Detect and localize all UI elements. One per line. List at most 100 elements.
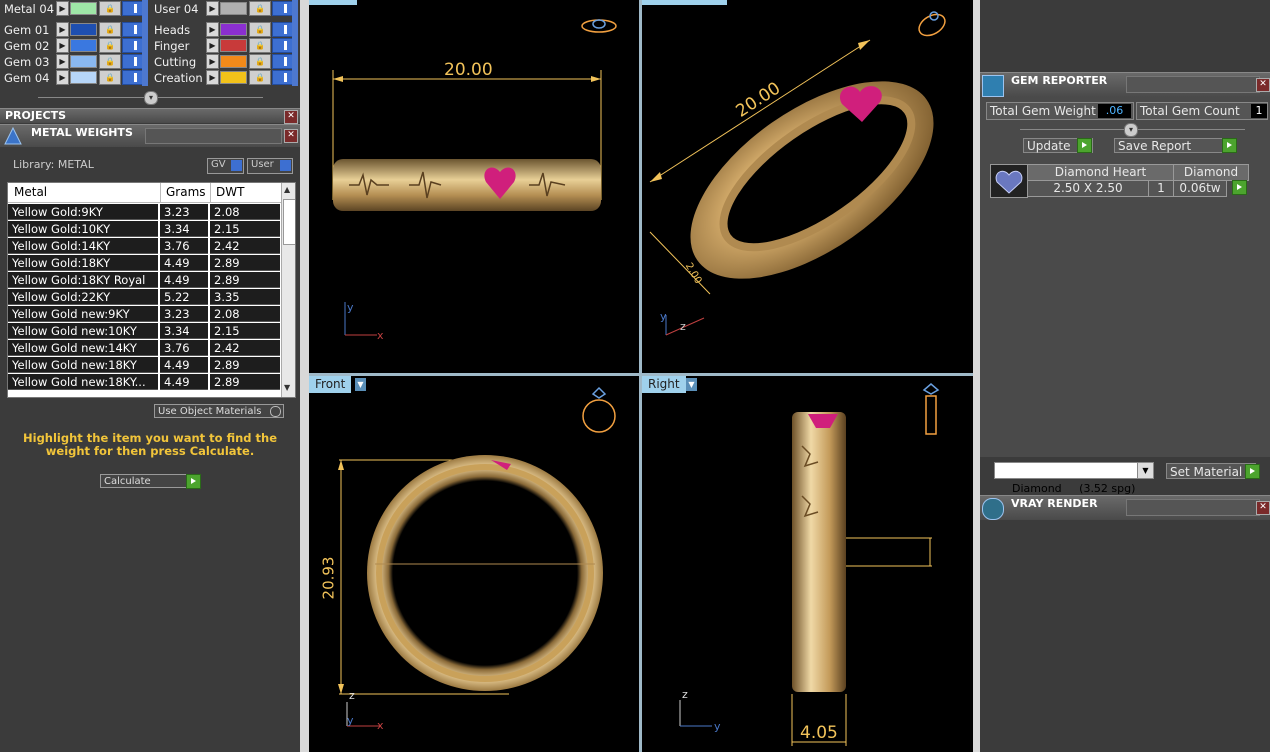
layer-row-gem-01[interactable]: Gem 01 ▶ 🔒 bbox=[0, 22, 148, 37]
table-row[interactable]: Yellow Gold new:14KY 3.76 2.42 bbox=[8, 340, 280, 357]
save-report-button[interactable]: Save Report bbox=[1114, 138, 1236, 153]
lock-icon[interactable]: 🔒 bbox=[249, 22, 271, 37]
play-icon[interactable]: ▶ bbox=[56, 54, 69, 69]
table-row[interactable]: Yellow Gold new:18KY... 4.49 2.89 bbox=[8, 374, 280, 391]
layer-color-swatch[interactable] bbox=[220, 39, 247, 52]
play-icon[interactable]: ▶ bbox=[56, 70, 69, 85]
column-header-grams[interactable]: Grams bbox=[160, 183, 214, 203]
viewport-label-right[interactable]: Right bbox=[642, 376, 686, 393]
play-icon[interactable]: ▶ bbox=[56, 22, 69, 37]
collapse-icon[interactable]: ▾ bbox=[144, 91, 158, 105]
play-icon[interactable]: ▶ bbox=[206, 38, 219, 53]
layer-row-metal-04[interactable]: Metal 04 ▶ 🔒 bbox=[0, 1, 148, 16]
calculate-go-icon[interactable] bbox=[186, 474, 201, 489]
play-icon[interactable]: ▶ bbox=[56, 1, 69, 16]
table-row[interactable]: Yellow Gold new:9KY 3.23 2.08 bbox=[8, 306, 280, 323]
table-row[interactable]: Yellow Gold:18KY 4.49 2.89 bbox=[8, 255, 280, 272]
update-go-icon[interactable] bbox=[1077, 138, 1092, 153]
table-row[interactable]: Yellow Gold:14KY 3.76 2.42 bbox=[8, 238, 280, 255]
gem-table[interactable]: Diamond Heart Diamond 2.50 X 2.50 1 0.06… bbox=[1027, 164, 1249, 197]
table-row[interactable]: Yellow Gold:10KY 3.34 2.15 bbox=[8, 221, 280, 238]
layer-row-heads[interactable]: Heads ▶ 🔒 bbox=[150, 22, 298, 37]
layer-row-creation[interactable]: Creation ▶ 🔒 bbox=[150, 70, 298, 85]
lock-icon[interactable]: 🔒 bbox=[99, 22, 121, 37]
viewport-front[interactable]: Front ▼ z y x 20.93 bbox=[309, 376, 639, 752]
lock-icon[interactable]: 🔒 bbox=[249, 54, 271, 69]
chevron-down-icon[interactable]: ▼ bbox=[686, 378, 697, 391]
layer-row-gem-03[interactable]: Gem 03 ▶ 🔒 bbox=[0, 54, 148, 69]
panel-splitter[interactable] bbox=[973, 0, 980, 752]
chevron-down-icon[interactable]: ▼ bbox=[355, 378, 366, 391]
panel-drag-bar[interactable] bbox=[1126, 76, 1260, 93]
metal-weights-panel-header[interactable]: METAL WEIGHTS ✕ bbox=[0, 124, 300, 147]
layer-row-cutting[interactable]: Cutting ▶ 🔒 bbox=[150, 54, 298, 69]
lock-icon[interactable]: 🔒 bbox=[249, 38, 271, 53]
panel-splitter[interactable] bbox=[300, 0, 309, 752]
layer-color-swatch[interactable] bbox=[70, 39, 97, 52]
play-icon[interactable]: ▶ bbox=[206, 70, 219, 85]
projects-panel-header[interactable]: PROJECTS ✕ bbox=[0, 108, 300, 124]
viewport-top[interactable]: y x 20.00 bbox=[309, 0, 639, 373]
user-toggle[interactable]: User bbox=[247, 158, 293, 174]
viewport-label-front[interactable]: Front bbox=[309, 376, 352, 393]
lock-icon[interactable]: 🔒 bbox=[99, 1, 121, 16]
table-row[interactable]: Yellow Gold:9KY 3.23 2.08 bbox=[8, 204, 280, 221]
collapse-icon[interactable]: ▾ bbox=[1124, 123, 1138, 137]
layer-color-swatch[interactable] bbox=[220, 2, 247, 15]
close-icon[interactable]: ✕ bbox=[284, 110, 298, 124]
gem-row-go-icon[interactable] bbox=[1232, 180, 1247, 195]
set-material-go-icon[interactable] bbox=[1245, 464, 1260, 479]
layer-color-swatch[interactable] bbox=[220, 55, 247, 68]
layer-row-user-04[interactable]: User 04 ▶ 🔒 bbox=[150, 1, 298, 16]
play-icon[interactable]: ▶ bbox=[56, 38, 69, 53]
scrollbar-thumb[interactable] bbox=[283, 199, 295, 245]
panel-drag-bar[interactable] bbox=[145, 128, 282, 144]
table-row[interactable]: Yellow Gold new:10KY 3.34 2.15 bbox=[8, 323, 280, 340]
gem-thumbnail[interactable] bbox=[990, 164, 1028, 198]
metal-weights-table[interactable]: Metal Grams DWT Yellow Gold:9KY 3.23 2.08 Y… bbox=[7, 182, 296, 398]
viewport-splitter-vertical[interactable] bbox=[639, 0, 642, 752]
close-icon[interactable]: ✕ bbox=[1256, 78, 1270, 92]
layer-color-swatch[interactable] bbox=[220, 23, 247, 36]
use-object-materials-toggle[interactable]: Use Object Materials bbox=[154, 404, 284, 418]
save-report-go-icon[interactable] bbox=[1222, 138, 1237, 153]
panel-drag-bar[interactable] bbox=[1126, 499, 1260, 516]
calculate-button[interactable]: Calculate bbox=[100, 474, 200, 488]
close-icon[interactable]: ✕ bbox=[1256, 501, 1270, 515]
layer-color-swatch[interactable] bbox=[70, 23, 97, 36]
close-icon[interactable]: ✕ bbox=[284, 129, 298, 143]
lock-icon[interactable]: 🔒 bbox=[249, 70, 271, 85]
viewport-right[interactable]: Right ▼ z y 4.05 bbox=[642, 376, 973, 752]
layer-color-swatch[interactable] bbox=[220, 71, 247, 84]
layer-color-swatch[interactable] bbox=[70, 71, 97, 84]
play-icon[interactable]: ▶ bbox=[206, 54, 219, 69]
lock-icon[interactable]: 🔒 bbox=[99, 70, 121, 85]
table-row[interactable]: Yellow Gold new:18KY 4.49 2.89 bbox=[8, 357, 280, 374]
table-scrollbar[interactable]: ▲ ▼ bbox=[281, 183, 295, 397]
chevron-down-icon[interactable]: ▼ bbox=[1137, 463, 1153, 478]
column-header-dwt[interactable]: DWT bbox=[210, 183, 286, 203]
scroll-up-icon[interactable]: ▲ bbox=[284, 185, 290, 194]
layer-color-swatch[interactable] bbox=[70, 55, 97, 68]
lock-icon[interactable]: 🔒 bbox=[249, 1, 271, 16]
table-row[interactable]: Yellow Gold:18KY Royal 4.49 2.89 bbox=[8, 272, 280, 289]
vray-render-header[interactable]: VRAY RENDER ✕ bbox=[980, 495, 1270, 520]
play-icon[interactable]: ▶ bbox=[206, 1, 219, 16]
gv-toggle[interactable]: GV bbox=[207, 158, 244, 174]
gem-reporter-header[interactable]: GEM REPORTER ✕ bbox=[980, 72, 1270, 97]
table-row[interactable]: Yellow Gold:22KY 5.22 3.35 bbox=[8, 289, 280, 306]
layer-row-gem-02[interactable]: Gem 02 ▶ 🔒 bbox=[0, 38, 148, 53]
viewport-label-tab[interactable] bbox=[642, 0, 727, 5]
lock-icon[interactable]: 🔒 bbox=[99, 38, 121, 53]
layer-row-finger[interactable]: Finger ▶ 🔒 bbox=[150, 38, 298, 53]
viewport-perspective[interactable]: y z 20.00 2.00 bbox=[642, 0, 973, 373]
layer-row-gem-04[interactable]: Gem 04 ▶ 🔒 bbox=[0, 70, 148, 85]
scroll-down-icon[interactable]: ▼ bbox=[284, 383, 290, 392]
layer-color-swatch[interactable] bbox=[70, 2, 97, 15]
material-select[interactable]: Diamond (3.52 spg) ▼ bbox=[994, 462, 1154, 495]
viewport-label-tab[interactable] bbox=[309, 0, 357, 5]
set-material-button[interactable]: Set Material bbox=[1166, 463, 1256, 479]
column-header-metal[interactable]: Metal bbox=[8, 183, 164, 203]
lock-icon[interactable]: 🔒 bbox=[99, 54, 121, 69]
viewport-splitter-horizontal[interactable] bbox=[309, 373, 973, 376]
